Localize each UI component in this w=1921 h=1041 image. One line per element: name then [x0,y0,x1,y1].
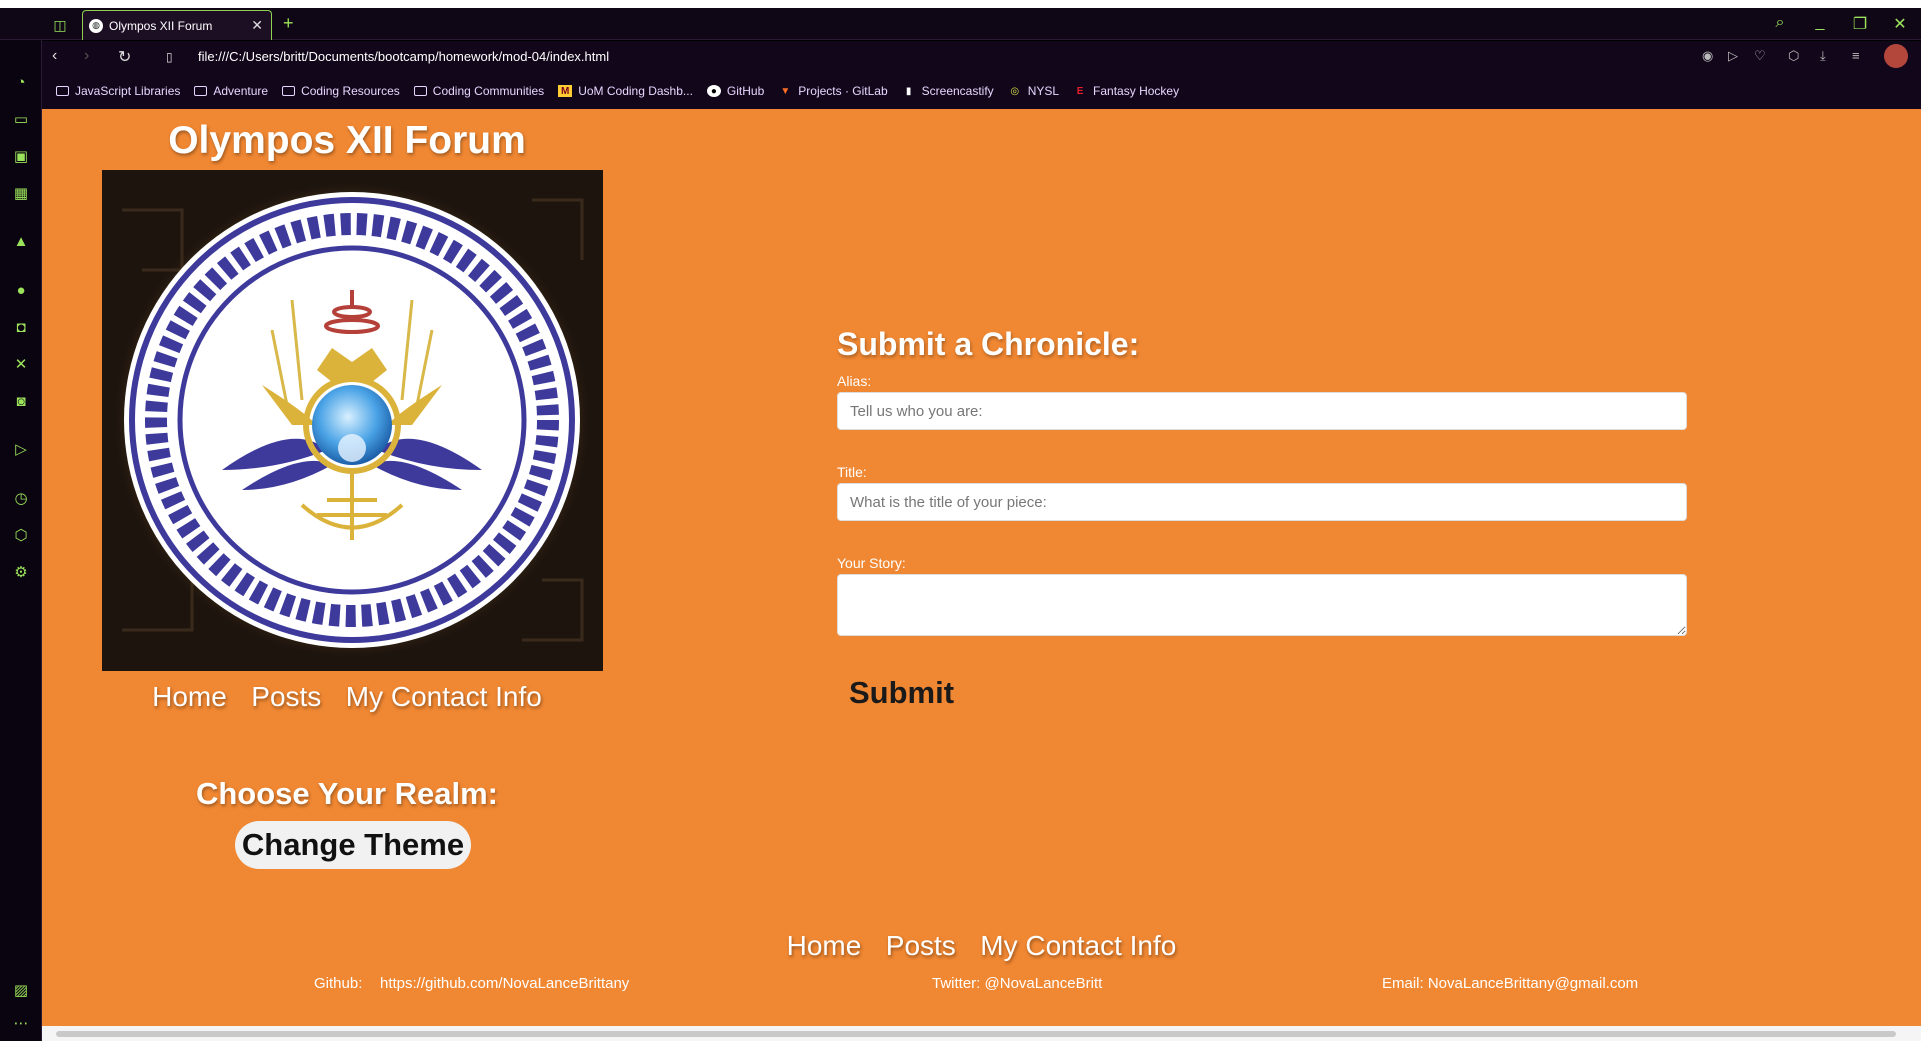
umn-icon: M [558,85,573,97]
history-icon[interactable]: ◷ [9,486,33,510]
footer-contact-link[interactable]: My Contact Info [980,930,1176,961]
site-title: Olympos XII Forum [168,119,526,162]
form-heading: Submit a Chronicle: [837,326,1140,362]
bookmark-fantasy-hockey[interactable]: E Fantasy Hockey [1073,84,1179,98]
store-icon[interactable]: ▭ [9,107,33,131]
tab-olympos-forum[interactable]: ◍ Olympos XII Forum ✕ [82,10,272,40]
nav-home-link[interactable]: Home [152,681,227,712]
bookmark-coding-communities[interactable]: Coding Communities [413,84,544,98]
tab-title: Olympos XII Forum [109,18,213,33]
title-label: Title: [837,464,867,480]
nav-contact-link[interactable]: My Contact Info [346,681,542,712]
aria-icon[interactable]: ▲ [9,229,33,253]
minimize-icon[interactable]: _ [1808,14,1832,32]
bookmark-github[interactable]: ● GitHub [706,84,764,98]
footer-nav: Home Posts My Contact Info [42,930,1921,962]
browser-sidebar: ◯ ◔ ▭ ▣ ▦ ▲ ● ◘ ✕ ◙ ▷ ◷ ⬡ ⚙ ▨ ⋯ [0,8,42,1041]
nav-posts-link[interactable]: Posts [251,681,321,712]
restore-icon[interactable]: ❐ [1848,14,1872,34]
footer-github-label: Github: [314,975,363,992]
bookmarks-bar: JavaScript Libraries Adventure Coding Re… [42,73,1921,109]
easy-setup-icon[interactable]: ≡ [1852,48,1860,63]
x-twitter-icon[interactable]: ✕ [9,352,33,376]
folder-icon [56,86,69,96]
gx-control-icon[interactable]: ▦ [9,181,33,205]
bookmark-screencastify[interactable]: ▮ Screencastify [902,84,994,98]
bookmark-javascript-libraries[interactable]: JavaScript Libraries [56,84,180,98]
address-bar: ‹ › ↻ ▯ file:///C:/Users/britt/Documents… [42,41,1921,73]
messenger-icon[interactable]: ● [9,278,33,302]
reload-icon[interactable]: ↻ [118,47,131,67]
discord-icon[interactable]: ◙ [9,389,33,413]
alias-label: Alias: [837,373,872,389]
horizontal-scrollbar[interactable] [42,1026,1921,1041]
cube-icon[interactable]: ⬡ [1788,48,1799,64]
player-icon[interactable]: ▷ [9,437,33,461]
folder-icon [282,86,296,96]
chronicle-form: Submit a Chronicle: Alias: Title: Your S… [837,326,1697,711]
github-icon: ● [706,85,721,97]
change-theme-button[interactable]: Change Theme [235,821,471,869]
download-icon[interactable]: ⤓ [1820,48,1826,64]
url-field[interactable]: file:///C:/Users/britt/Documents/bootcam… [198,49,609,64]
profile-avatar[interactable] [1884,44,1908,68]
close-window-icon[interactable]: ✕ [1888,14,1912,34]
bookmark-nysl[interactable]: ◎ NYSL [1008,84,1059,98]
alias-input[interactable] [837,392,1687,430]
send-icon[interactable]: ▷ [1728,48,1738,64]
submit-button[interactable]: Submit [849,675,954,711]
forward-icon[interactable]: › [84,47,89,65]
title-input[interactable] [837,483,1687,521]
back-icon[interactable]: ‹ [52,47,57,65]
gitlab-icon: ▼ [780,85,791,97]
speed-dial-icon[interactable]: ◔ [9,70,33,94]
footer-twitter: Twitter: @NovaLanceBritt [932,975,1103,992]
footer-contact-info: Github: https://github.com/NovaLanceBrit… [42,975,1921,995]
tab-close-icon[interactable]: ✕ [251,17,263,34]
snapshot-icon[interactable]: ◉ [1702,48,1713,64]
screen-top-edge [0,0,1921,8]
realm-heading: Choose Your Realm: [195,776,499,811]
bookmark-uom-coding-dashboard[interactable]: M UoM Coding Dashb... [558,84,693,98]
tab-bar: ◫ ◍ Olympos XII Forum ✕ + ⌕ _ ❐ ✕ [0,8,1921,40]
story-label: Your Story: [837,555,906,571]
page-info-icon[interactable]: ▯ [166,50,173,64]
new-tab-plus-icon[interactable]: + [283,13,294,34]
footer-home-link[interactable]: Home [787,930,862,961]
main-nav: Home Posts My Contact Info [42,681,652,713]
story-textarea[interactable] [837,574,1687,636]
scrollbar-thumb[interactable] [56,1031,1896,1037]
bookmark-adventure[interactable]: Adventure [194,84,268,98]
twitch-icon[interactable]: ▣ [9,144,33,168]
bookmark-coding-resources[interactable]: Coding Resources [282,84,400,98]
folder-icon [194,86,208,96]
gamepad-icon[interactable]: ◫ [50,15,70,35]
search-icon[interactable]: ⌕ [1768,14,1792,32]
footer-email: Email: NovaLanceBrittany@gmail.com [1382,975,1639,992]
instagram-icon[interactable]: ◘ [9,315,33,339]
globe-icon: ◍ [89,18,103,33]
folder-icon [413,86,427,96]
extensions-icon[interactable]: ⬡ [9,523,33,547]
nysl-icon: ◎ [1010,85,1020,97]
footer-github-link[interactable]: https://github.com/NovaLanceBrittany [380,975,629,992]
olympos-emblem-image [102,170,603,671]
heart-icon[interactable]: ♡ [1754,48,1766,64]
espn-icon: E [1076,85,1084,97]
wallpaper-icon[interactable]: ▨ [9,978,33,1002]
page-icon: ▮ [905,85,912,97]
bookmark-gitlab[interactable]: ▼ Projects · GitLab [778,84,887,98]
page-content: Olympos XII Forum Home Posts My Contact … [42,109,1921,1026]
settings-gear-icon[interactable]: ⚙ [9,560,33,584]
footer-posts-link[interactable]: Posts [886,930,956,961]
more-options-icon[interactable]: ⋯ [9,1011,33,1035]
